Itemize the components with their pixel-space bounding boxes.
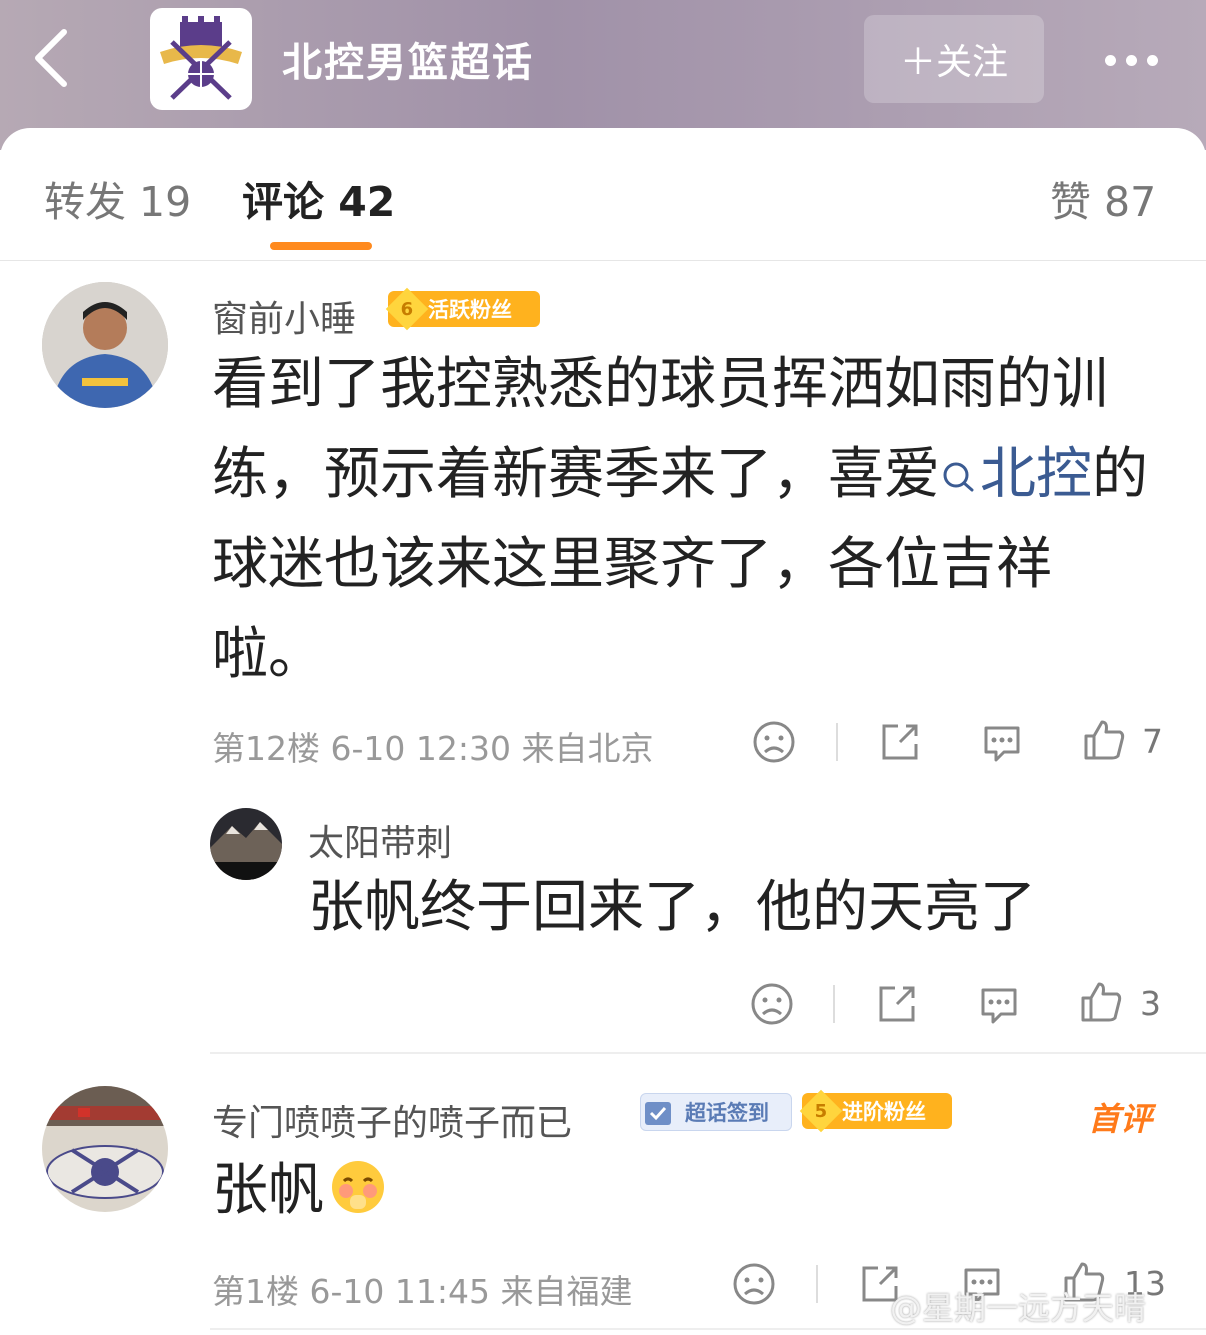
follow-button[interactable]: ＋关注 [864, 15, 1044, 103]
like-count: 7 [1142, 722, 1163, 761]
search-icon [943, 462, 974, 492]
tab-likes[interactable]: 赞 87 [1050, 168, 1156, 228]
reply-text: 张帆终于回来了，他的天亮了 [308, 875, 1036, 940]
reply-avatar[interactable] [210, 808, 282, 880]
comment-text: 张帆 [212, 1146, 386, 1236]
shy-face-emoji-icon [332, 1161, 384, 1213]
fan-badge: 6 活跃粉丝 [385, 287, 540, 331]
more-dot [1104, 54, 1116, 66]
dislike-face-icon[interactable] [752, 720, 796, 764]
action-separator [816, 1265, 818, 1303]
topic-link[interactable]: 北控 [940, 442, 1092, 507]
thumbs-up-icon[interactable] [1079, 980, 1123, 1024]
fan-level-icon: 6 [385, 287, 429, 331]
action-separator [833, 985, 835, 1023]
comment-username[interactable]: 专门喷喷子的喷子而已 [212, 1094, 572, 1146]
active-tab-indicator [270, 242, 372, 250]
more-dot [1146, 54, 1158, 66]
topic-title: 北控男篮超话 [282, 40, 534, 86]
action-separator [836, 723, 838, 761]
reply-icon[interactable] [980, 720, 1024, 764]
reply-icon[interactable] [977, 982, 1021, 1026]
like-count: 3 [1140, 984, 1161, 1023]
checkin-badge-label: 超话签到 [685, 1101, 769, 1125]
comment-meta: 第12楼 6-10 12:30 来自北京 [212, 729, 654, 768]
tab-reposts[interactable]: 转发 19 [44, 168, 191, 228]
share-icon[interactable] [875, 982, 919, 1026]
dislike-face-icon[interactable] [732, 1262, 776, 1306]
comment-text: 看到了我控熟悉的球员挥洒如雨的训练，预示着新赛季来了，喜爱 北控的球迷也该来这里聚… [212, 340, 1152, 700]
dislike-face-icon[interactable] [750, 982, 794, 1026]
share-icon[interactable] [878, 720, 922, 764]
comment-text-part: 张帆 [212, 1158, 324, 1223]
avatar[interactable] [42, 282, 168, 408]
comment-divider [210, 1052, 1206, 1054]
tab-comments[interactable]: 评论 42 [242, 168, 395, 228]
topic-link-label: 北控 [980, 442, 1092, 507]
avatar[interactable] [42, 1086, 168, 1212]
weibo-watermark: @星期一远方天晴 [890, 1289, 1147, 1327]
more-options-button[interactable] [1096, 40, 1166, 80]
fan-badge-label: 活跃粉丝 [428, 298, 512, 322]
fan-badge: 5 进阶粉丝 [799, 1089, 952, 1133]
arena-photo-icon [42, 1086, 168, 1212]
thumbs-up-icon[interactable] [1082, 718, 1126, 762]
comments-panel: 转发 19 评论 42 赞 87 窗前小睡 6 活跃粉丝 看到了我控熟悉的球员挥… [0, 128, 1206, 1335]
reply-username[interactable]: 太阳带刺 [308, 814, 452, 866]
user-photo-icon [42, 282, 168, 408]
tab-bar: 转发 19 评论 42 赞 87 [0, 128, 1206, 261]
chevron-left-icon [35, 29, 67, 87]
topic-logo[interactable] [150, 8, 252, 110]
royal-fighters-logo-icon [160, 16, 242, 100]
comment-meta: 第1楼 6-10 11:45 来自福建 [212, 1272, 633, 1311]
first-comment-tag: 首评 [1088, 1100, 1153, 1138]
checkin-badge: 超话签到 [640, 1093, 792, 1131]
calendar-check-icon [645, 1102, 671, 1125]
fan-badge-label: 进阶粉丝 [842, 1100, 926, 1124]
comment-username[interactable]: 窗前小睡 [212, 290, 356, 342]
back-button[interactable] [30, 28, 80, 88]
more-dot [1125, 54, 1137, 66]
mountain-photo-icon [210, 808, 282, 880]
fan-level-icon: 5 [799, 1089, 843, 1133]
